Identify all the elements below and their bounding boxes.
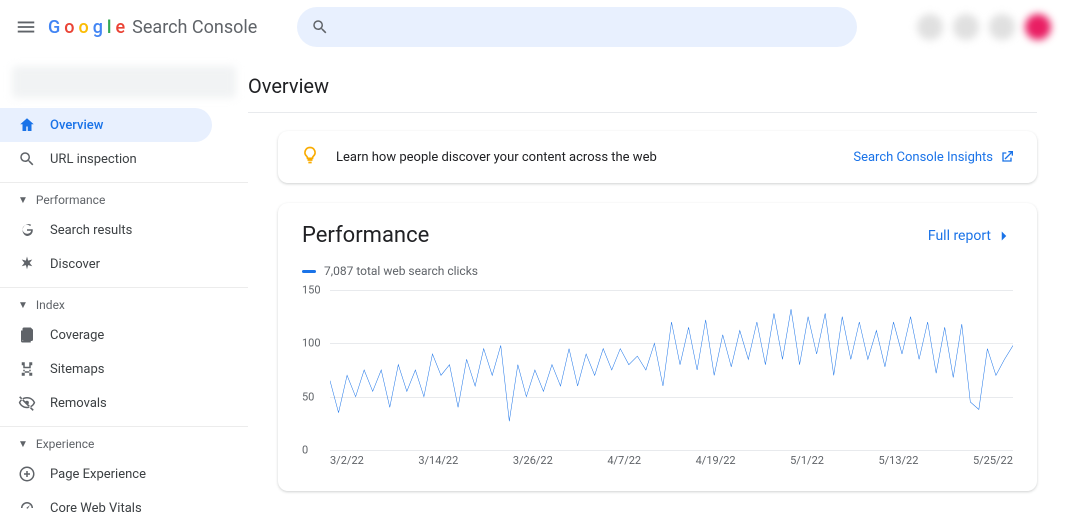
speed-icon bbox=[18, 499, 36, 517]
chart-x-axis: 3/2/223/14/223/26/224/7/224/19/225/1/225… bbox=[302, 454, 1013, 467]
search-icon bbox=[18, 150, 36, 168]
caret-down-icon: ▼ bbox=[18, 439, 28, 450]
sidebar-item-coverage[interactable]: Coverage bbox=[0, 318, 212, 352]
full-report-link[interactable]: Full report bbox=[928, 227, 1013, 245]
legend-label: 7,087 total web search clicks bbox=[324, 264, 478, 278]
sidebar-item-label: Coverage bbox=[50, 328, 104, 343]
legend-swatch bbox=[302, 270, 316, 273]
sidebar: Overview URL inspection ▼ Performance Se… bbox=[0, 54, 248, 522]
sidebar-item-discover[interactable]: Discover bbox=[0, 247, 212, 281]
sidebar-item-label: Core Web Vitals bbox=[50, 501, 142, 516]
sidebar-group-performance[interactable]: ▼ Performance bbox=[0, 182, 248, 213]
sidebar-item-page-experience[interactable]: Page Experience bbox=[0, 457, 212, 491]
sitemap-icon bbox=[18, 360, 36, 378]
performance-title: Performance bbox=[302, 223, 429, 248]
sidebar-item-label: URL inspection bbox=[50, 152, 137, 167]
google-g-icon bbox=[18, 221, 36, 239]
lightbulb-icon bbox=[300, 145, 320, 169]
performance-chart: 050100150 bbox=[302, 290, 1013, 450]
sidebar-group-label: Experience bbox=[36, 437, 95, 451]
caret-down-icon: ▼ bbox=[18, 300, 28, 311]
home-icon bbox=[18, 116, 36, 134]
brand-suffix: Search Console bbox=[132, 17, 257, 38]
chart-legend: 7,087 total web search clicks bbox=[302, 264, 1013, 278]
sidebar-item-removals[interactable]: Removals bbox=[0, 386, 212, 420]
sidebar-group-index[interactable]: ▼ Index bbox=[0, 287, 248, 318]
sidebar-item-label: Overview bbox=[50, 118, 103, 133]
property-selector[interactable] bbox=[12, 66, 236, 98]
brand-logo: Google Search Console bbox=[48, 17, 257, 38]
sidebar-item-label: Discover bbox=[50, 257, 100, 272]
insights-text: Learn how people discover your content a… bbox=[336, 150, 657, 165]
sidebar-item-label: Page Experience bbox=[50, 467, 146, 482]
sidebar-item-url-inspection[interactable]: URL inspection bbox=[0, 142, 212, 176]
sidebar-item-label: Sitemaps bbox=[50, 362, 105, 377]
sidebar-item-label: Removals bbox=[50, 396, 107, 411]
search-input[interactable] bbox=[297, 7, 857, 47]
sidebar-item-overview[interactable]: Overview bbox=[0, 108, 212, 142]
topbar-actions bbox=[917, 14, 1051, 40]
plus-circle-icon bbox=[18, 465, 36, 483]
caret-down-icon: ▼ bbox=[18, 195, 28, 206]
sidebar-group-label: Performance bbox=[36, 193, 105, 207]
hamburger-menu-icon[interactable] bbox=[14, 15, 38, 39]
sidebar-item-label: Search results bbox=[50, 223, 132, 238]
chevron-right-icon bbox=[995, 227, 1013, 245]
insights-link[interactable]: Search Console Insights bbox=[853, 149, 1015, 165]
sidebar-item-core-web-vitals[interactable]: Core Web Vitals bbox=[0, 491, 212, 522]
sidebar-group-label: Index bbox=[36, 298, 65, 312]
sidebar-item-search-results[interactable]: Search results bbox=[0, 213, 212, 247]
asterisk-icon bbox=[18, 255, 36, 273]
sidebar-group-experience[interactable]: ▼ Experience bbox=[0, 426, 248, 457]
performance-card: Performance Full report 7,087 total web … bbox=[278, 203, 1037, 491]
eye-off-icon bbox=[18, 394, 36, 412]
insights-card: Learn how people discover your content a… bbox=[278, 131, 1037, 183]
search-icon bbox=[311, 18, 329, 36]
page-title: Overview bbox=[248, 74, 1037, 113]
open-external-icon bbox=[999, 149, 1015, 165]
sidebar-item-sitemaps[interactable]: Sitemaps bbox=[0, 352, 212, 386]
pages-icon bbox=[18, 326, 36, 344]
